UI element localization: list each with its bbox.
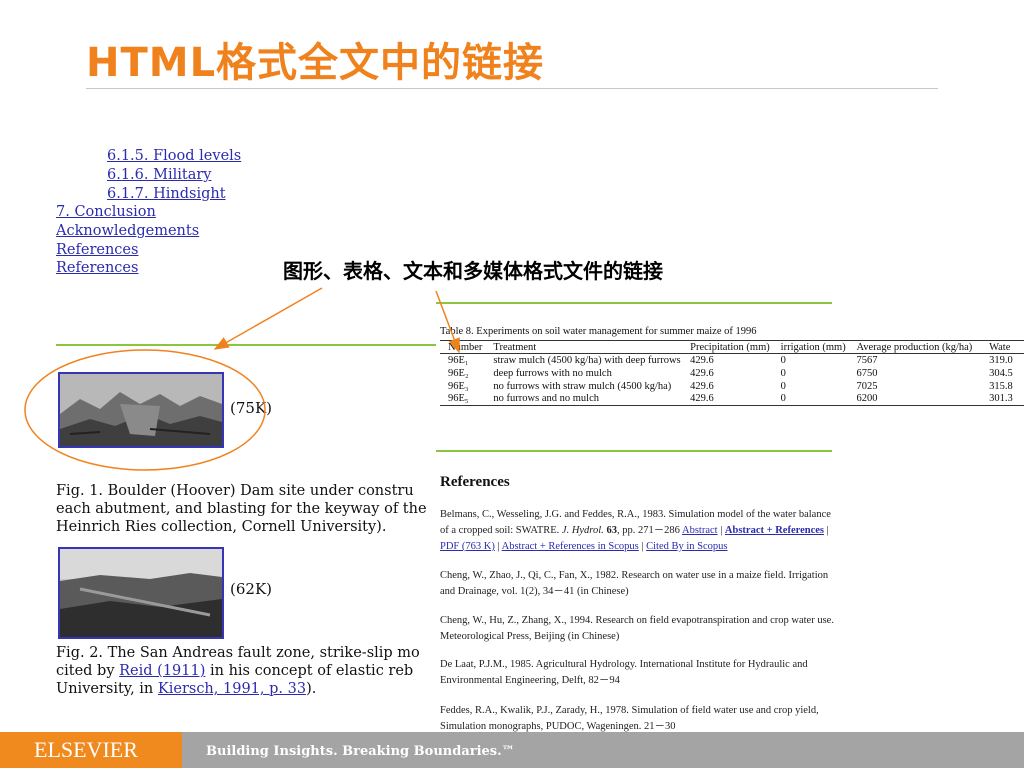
toc-link-conclusion[interactable]: 7. Conclusion <box>56 203 156 221</box>
arrow-to-figure <box>213 287 323 350</box>
reference-cheng-1982: Cheng, W., Zhao, J., Qi, C., Fan, X., 19… <box>440 570 829 597</box>
cell: straw mulch (4500 kg/ha) with deep furro… <box>493 354 681 366</box>
abstract-link[interactable]: Abstract <box>682 525 718 536</box>
pdf-link[interactable]: PDF (763 K) <box>440 541 495 552</box>
toc-link-flood-levels[interactable]: 6.1.5. Flood levels <box>107 147 241 165</box>
cell: 6200 <box>848 392 982 406</box>
footer-tagline: Building Insights. Breaking Boundaries.™ <box>206 744 515 759</box>
figure-2-size: (62K) <box>230 580 272 598</box>
header-number: Number <box>440 340 486 354</box>
header-irrigation: irrigation (mm) <box>772 340 849 354</box>
cell: 429.6 <box>690 354 714 366</box>
ref-pages: , pp. 271－286 <box>616 525 682 536</box>
footer-bar: ELSEVIER Building Insights. Breaking Bou… <box>0 732 1024 768</box>
toc-link-hindsight[interactable]: 6.1.7. Hindsight <box>107 185 226 203</box>
annotation-label: 图形、表格、文本和多媒体格式文件的链接 <box>283 259 663 283</box>
figure-2-caption-line-2: cited by Reid (1911) in his concept of e… <box>56 662 413 681</box>
figure-2-caption-line-1: Fig. 2. The San Andreas fault zone, stri… <box>56 645 420 661</box>
title-divider <box>86 88 938 89</box>
table-header-row: Number Treatment Precipitation (mm) irri… <box>440 340 1024 354</box>
cell: 301.3 <box>981 392 1024 406</box>
caption-text: ). <box>306 681 317 697</box>
reference-de-laat-1985: De Laat, P.J.M., 1985. Agricultural Hydr… <box>440 659 808 686</box>
figure-1-thumbnail[interactable] <box>58 372 224 448</box>
figure-1-size: (75K) <box>230 399 272 417</box>
cell: 0 <box>772 392 849 406</box>
ref-journal: J. Hydrol. <box>561 525 604 536</box>
table-caption: Table 8. Experiments on soil water manag… <box>440 326 757 337</box>
cell: 429.6 <box>682 392 773 406</box>
reference-feddes-1978: Feddes, R.A., Kwalik, P.J., Zarady, H., … <box>440 705 819 732</box>
elsevier-logo: ELSEVIER <box>0 732 182 768</box>
separator: | <box>494 541 502 552</box>
reference-cheng-1994: Cheng, W., Hu, Z., Zhang, X., 1994. Rese… <box>440 615 834 642</box>
caption-text: cited by <box>56 663 120 679</box>
header-average-production: Average production (kg/ha) <box>848 340 982 354</box>
figure-1-caption-line-1: Fig. 1. Boulder (Hoover) Dam site under … <box>56 483 414 499</box>
dam-site-photo-icon <box>60 374 222 446</box>
figure-1-caption-line-3: Heinrich Ries collection, Cornell Univer… <box>56 519 387 535</box>
toc-link-military[interactable]: 6.1.6. Military <box>107 166 211 184</box>
caption-text: in his concept of elastic reb <box>205 663 414 679</box>
journal-divider-top <box>436 302 832 304</box>
header-treatment: Treatment <box>485 340 683 354</box>
cell: 7567 <box>856 354 878 366</box>
header-water: Wate <box>981 340 1024 354</box>
cell: 304.5 <box>989 367 1013 379</box>
cell: 0 <box>780 354 786 366</box>
separator: | <box>824 525 829 536</box>
cell: 96E₂ <box>448 367 469 379</box>
experiment-table: Number Treatment Precipitation (mm) irri… <box>440 340 1024 406</box>
cell: 6750 <box>856 367 878 379</box>
cell: 429.6 <box>690 380 714 392</box>
kiersch-1991-link[interactable]: Kiersch, 1991, p. 33 <box>158 681 306 697</box>
cell: no furrows and no mulch <box>485 392 683 406</box>
reference-belmans-1983: Belmans, C., Wesseling, J.G. and Feddes,… <box>440 507 840 555</box>
header-precipitation: Precipitation (mm) <box>682 340 773 354</box>
slide-title: HTML格式全文中的链接 <box>86 40 545 86</box>
cell: 96E₃ <box>448 380 469 392</box>
abstract-references-link[interactable]: Abstract + References <box>725 525 824 536</box>
cell: no furrows with straw mulch (4500 kg/ha) <box>493 380 672 392</box>
ref-volume: 63 <box>603 525 617 536</box>
toc-link-acknowledgements[interactable]: Acknowledgements <box>56 222 199 240</box>
toc-link-references[interactable]: References <box>56 241 138 259</box>
figure-2-caption-line-3: University, in Kiersch, 1991, p. 33). <box>56 680 316 699</box>
cell: 429.6 <box>690 367 714 379</box>
journal-divider-references <box>436 450 832 452</box>
table-row: 96E₂ deep furrows with no mulch 429.6 0 … <box>440 367 1024 380</box>
caption-text: University, in <box>56 681 158 697</box>
toc-link-references-2[interactable]: References <box>56 259 138 277</box>
cell: deep furrows with no mulch <box>493 367 612 379</box>
separator: | <box>717 525 725 536</box>
journal-article-screenshot: Table 8. Experiments on soil water manag… <box>436 292 1024 748</box>
cell: 96E₁ <box>448 354 469 366</box>
references-heading: References <box>440 474 510 490</box>
section-divider <box>56 344 436 346</box>
cited-by-scopus-link[interactable]: Cited By in Scopus <box>646 541 727 552</box>
fault-zone-photo-icon <box>60 549 222 637</box>
cell: 7025 <box>856 380 878 392</box>
table-row: 96E₅ no furrows and no mulch 429.6 0 620… <box>440 392 1024 406</box>
reid-1911-link[interactable]: Reid (1911) <box>119 663 205 679</box>
cell: 96E₅ <box>440 392 486 406</box>
cell: 319.0 <box>989 354 1013 366</box>
cell: 315.8 <box>989 380 1013 392</box>
scopus-abstract-link[interactable]: Abstract + References in Scopus <box>502 541 639 552</box>
figure-2-thumbnail[interactable] <box>58 547 224 639</box>
cell: 0 <box>780 380 786 392</box>
table-row: 96E₃ no furrows with straw mulch (4500 k… <box>440 380 1024 393</box>
table-row: 96E₁ straw mulch (4500 kg/ha) with deep … <box>440 354 1024 367</box>
cell: 0 <box>780 367 786 379</box>
figure-1-caption-line-2: each abutment, and blasting for the keyw… <box>56 501 427 517</box>
